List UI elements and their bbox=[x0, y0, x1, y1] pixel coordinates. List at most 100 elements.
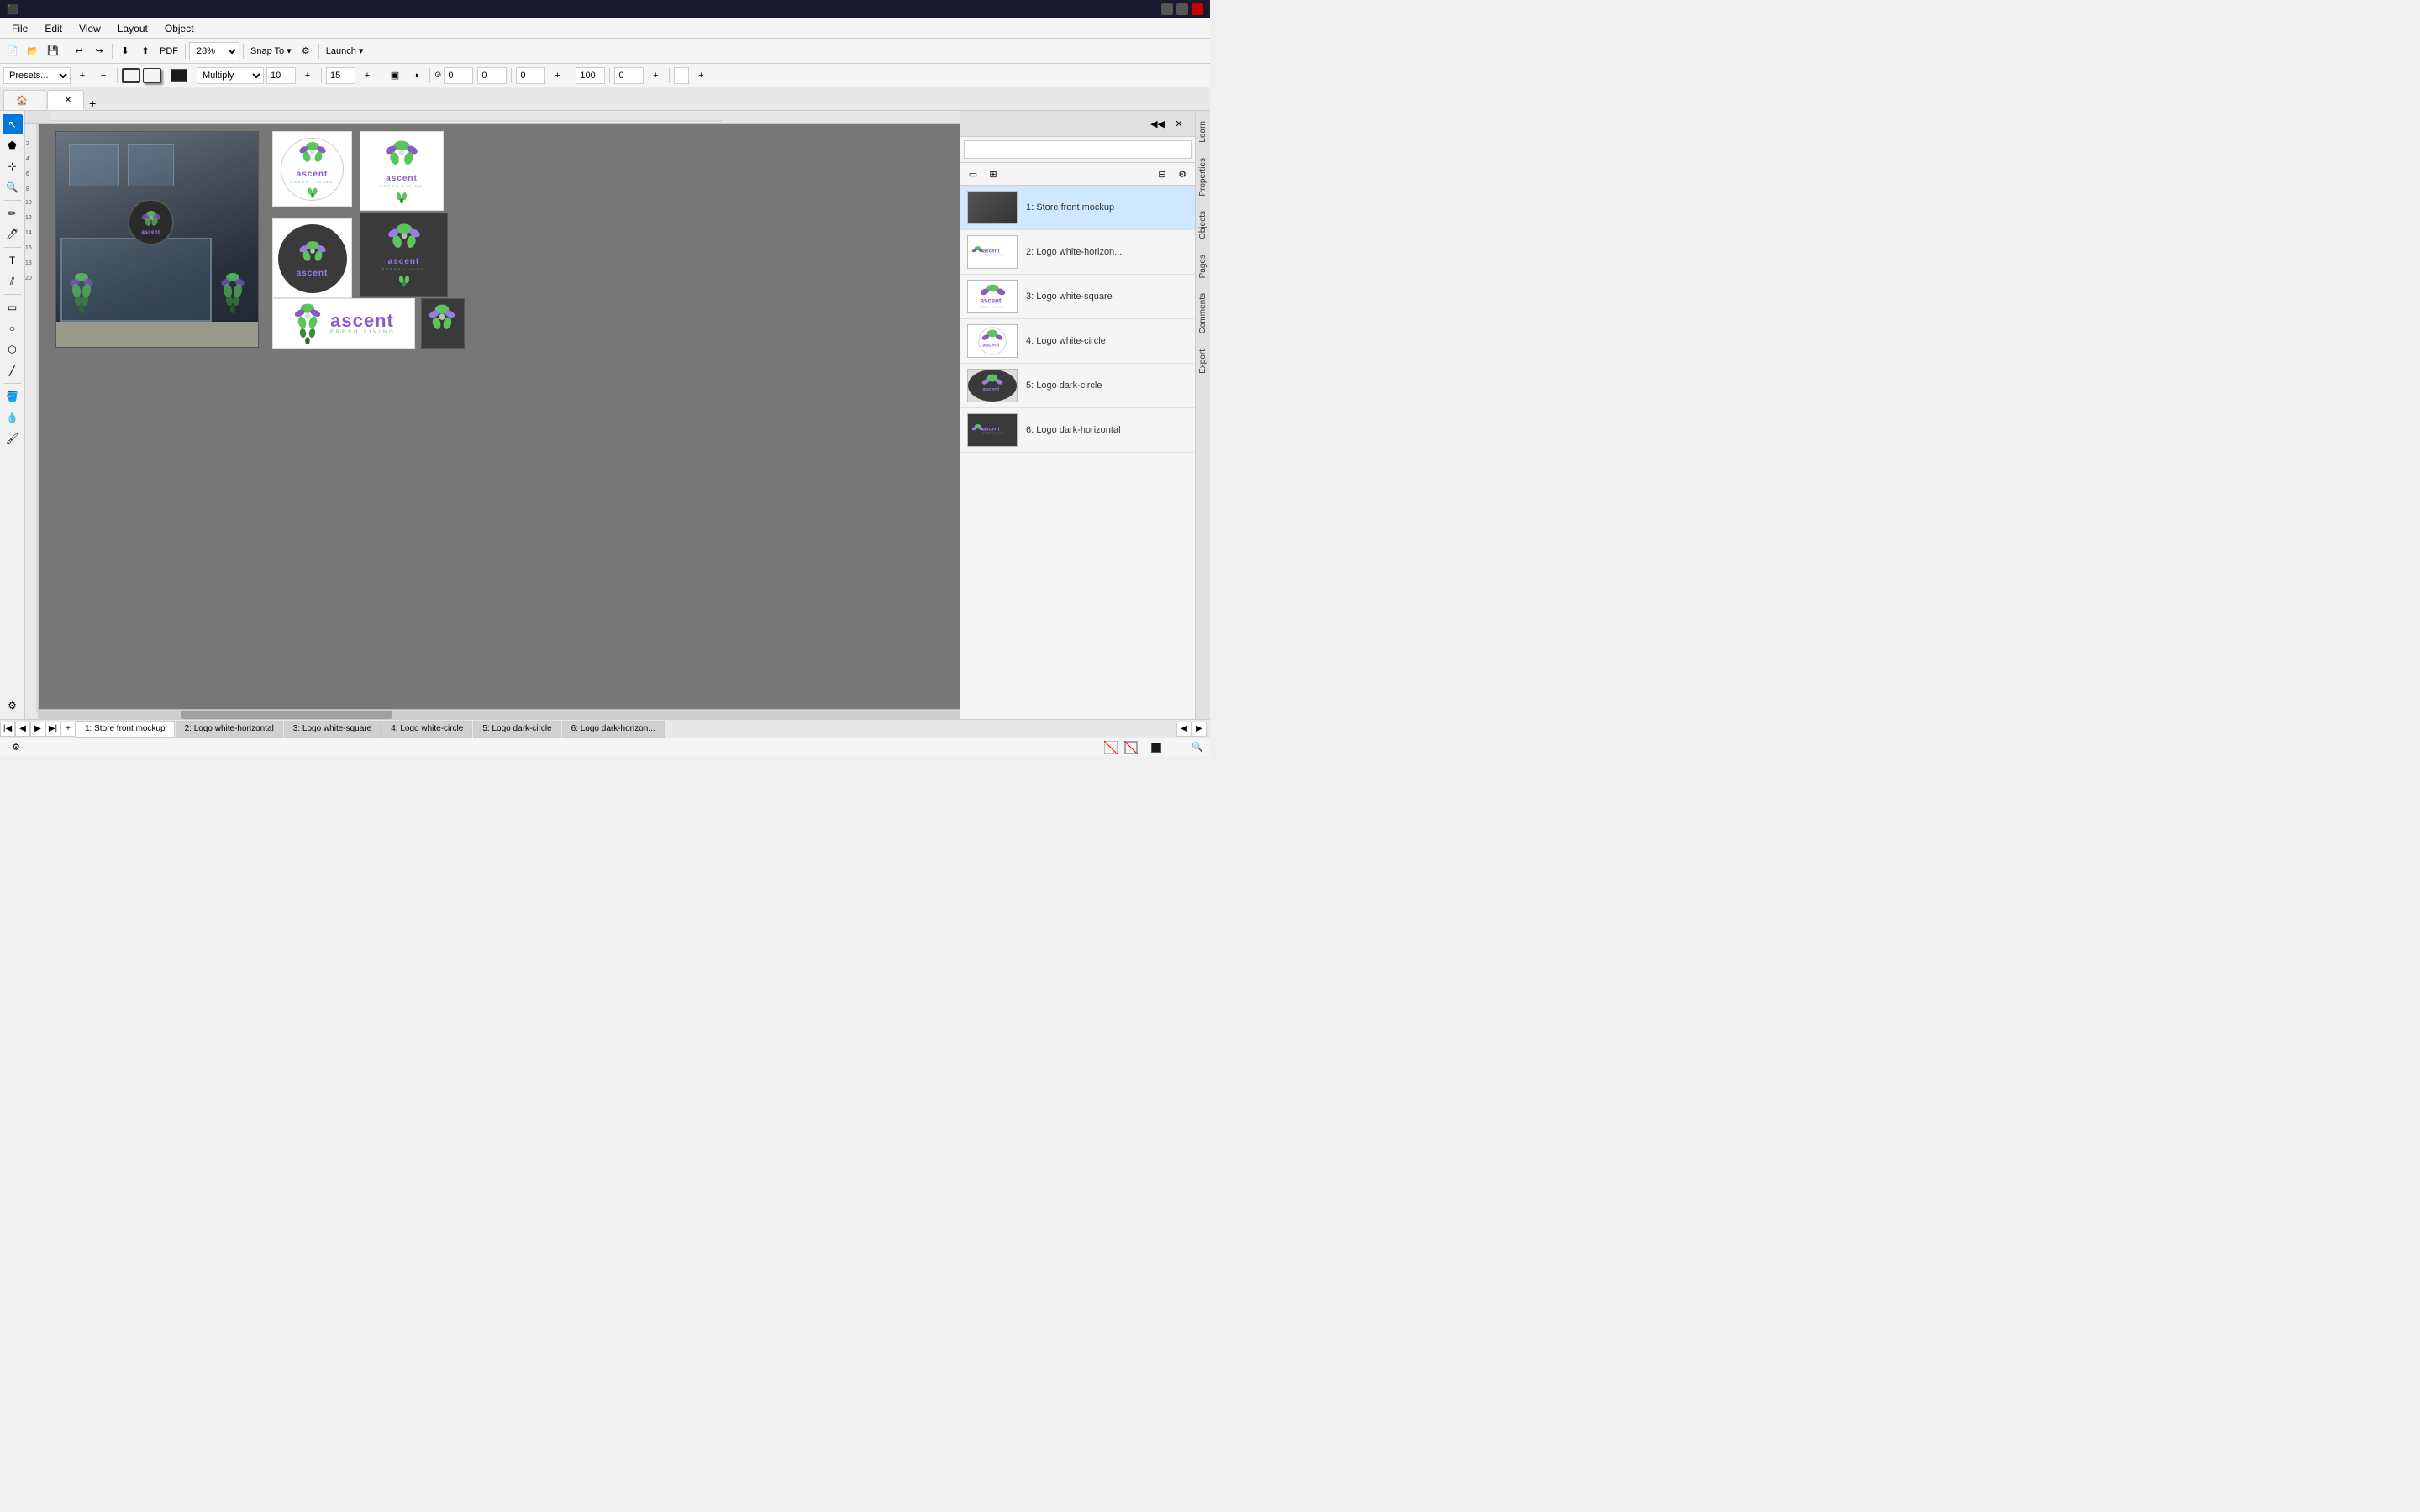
page-tab-1[interactable]: 1: Store front mockup bbox=[76, 721, 175, 738]
fill-tool-button[interactable]: 🪣 bbox=[3, 386, 23, 407]
parallel-tool-button[interactable]: ⫽ bbox=[3, 271, 23, 291]
canvas-with-ruler: 2 4 6 8 10 12 14 16 18 20 bbox=[25, 124, 960, 719]
feather-add-button[interactable]: + bbox=[358, 66, 376, 85]
page-item-1[interactable]: 1: Store front mockup bbox=[960, 186, 1195, 230]
properties-tab-button[interactable]: Properties bbox=[1196, 151, 1210, 203]
opacity-add-button[interactable]: + bbox=[298, 66, 317, 85]
select-tool-button[interactable]: ↖ bbox=[3, 114, 23, 134]
close-button[interactable] bbox=[1192, 3, 1203, 15]
zoom-tool-button[interactable]: 🔍 bbox=[3, 177, 23, 197]
settings-button[interactable]: ⚙ bbox=[297, 42, 315, 60]
pages-search-input[interactable] bbox=[964, 140, 1192, 159]
shadow-style2-button[interactable] bbox=[143, 68, 161, 83]
menu-file[interactable]: File bbox=[3, 21, 36, 36]
stretch-input[interactable] bbox=[614, 67, 644, 84]
add-tab-button[interactable]: + bbox=[89, 97, 96, 110]
clear-shadow-button[interactable] bbox=[674, 67, 689, 84]
blend-mode-select[interactable]: Multiply bbox=[197, 67, 264, 84]
menu-object[interactable]: Object bbox=[156, 21, 203, 36]
page-item-6[interactable]: ascent FRESH LIVING 6: Logo dark-horizon… bbox=[960, 408, 1195, 453]
remove-preset-button[interactable]: − bbox=[94, 66, 113, 85]
menu-view[interactable]: View bbox=[71, 21, 109, 36]
shadow-color-swatch[interactable] bbox=[171, 69, 187, 82]
pages-close[interactable]: ✕ bbox=[1170, 114, 1188, 133]
maximize-button[interactable] bbox=[1176, 3, 1188, 15]
redo-button[interactable]: ↪ bbox=[90, 42, 108, 60]
import-button[interactable]: ⬇ bbox=[116, 42, 134, 60]
pages-view-options[interactable]: ⊟ bbox=[1153, 165, 1171, 183]
hscroll-thumb[interactable] bbox=[182, 711, 392, 719]
undo-button[interactable]: ↩ bbox=[70, 42, 88, 60]
feather-dir-button[interactable]: ◑ bbox=[407, 66, 425, 85]
menu-layout[interactable]: Layout bbox=[109, 21, 156, 36]
page-tab-4[interactable]: 4: Logo white-circle bbox=[381, 721, 472, 738]
page-item-3[interactable]: ascent FRESH LIVING 3: Logo white-square bbox=[960, 275, 1195, 319]
canvas-hscrollbar[interactable] bbox=[39, 709, 960, 719]
page-scroll-right[interactable]: ▶ bbox=[1192, 722, 1207, 737]
dropper-tool-button[interactable]: 💧 bbox=[3, 407, 23, 428]
page-item-4[interactable]: ascent 4: Logo white-circle bbox=[960, 319, 1195, 364]
stretch-add-button[interactable]: + bbox=[646, 66, 665, 85]
angle-x-input[interactable] bbox=[444, 67, 473, 84]
statusbar-settings[interactable]: ⚙ bbox=[7, 738, 25, 757]
pages-tab-button[interactable]: Pages bbox=[1196, 248, 1210, 285]
pages-view-grid[interactable]: ⊞ bbox=[984, 165, 1002, 183]
feather-shape-button[interactable]: ▣ bbox=[386, 66, 404, 85]
pdf-button[interactable]: PDF bbox=[156, 42, 182, 60]
comments-tab-button[interactable]: Comments bbox=[1196, 286, 1210, 340]
menu-edit[interactable]: Edit bbox=[36, 21, 71, 36]
export-tab-button[interactable]: Export bbox=[1196, 343, 1210, 381]
distance-input[interactable] bbox=[516, 67, 545, 84]
save-button[interactable]: 💾 bbox=[44, 42, 62, 60]
settings-tool-button[interactable]: ⚙ bbox=[3, 696, 23, 716]
new-button[interactable]: 📄 bbox=[3, 42, 22, 60]
shadow-style1-button[interactable] bbox=[122, 68, 140, 83]
line-tool-button[interactable]: ╱ bbox=[3, 360, 23, 381]
add-preset-button[interactable]: + bbox=[73, 66, 92, 85]
zoom-select[interactable]: 28% 50% 100% bbox=[189, 42, 239, 60]
freehand-tool-button[interactable]: ✏ bbox=[3, 203, 23, 223]
minimize-button[interactable] bbox=[1161, 3, 1173, 15]
open-button[interactable]: 📂 bbox=[24, 42, 42, 60]
angle-y-input[interactable] bbox=[477, 67, 507, 84]
page-tab-5[interactable]: 5: Logo dark-circle bbox=[473, 721, 560, 738]
export-button[interactable]: ⬆ bbox=[136, 42, 155, 60]
page-item-5[interactable]: ascent 5: Logo dark-circle bbox=[960, 364, 1195, 408]
pen-tool-button[interactable]: 🖊 bbox=[3, 224, 23, 244]
pages-nav-prev[interactable]: ◀◀ bbox=[1147, 114, 1168, 133]
shape-tool-button[interactable]: ⬟ bbox=[3, 135, 23, 155]
fade-input[interactable] bbox=[576, 67, 605, 84]
presets-select[interactable]: Presets... bbox=[3, 67, 71, 84]
page-tab-6[interactable]: 6: Logo dark-horizon... bbox=[562, 721, 665, 738]
feather-input[interactable] bbox=[326, 67, 355, 84]
pages-settings[interactable]: ⚙ bbox=[1173, 165, 1192, 183]
tab-document[interactable]: ✕ bbox=[47, 90, 84, 110]
page-tab-3[interactable]: 3: Logo white-square bbox=[284, 721, 381, 738]
page-nav-prev[interactable]: ◀ bbox=[15, 722, 30, 737]
snap-to-button[interactable]: Snap To ▾ bbox=[247, 42, 295, 60]
page-tab-2[interactable]: 2: Logo white-horizontal bbox=[176, 721, 283, 738]
objects-tab-button[interactable]: Objects bbox=[1196, 204, 1210, 246]
distance-add-button[interactable]: + bbox=[548, 66, 566, 85]
add-effect-button[interactable]: + bbox=[692, 66, 710, 85]
polygon-tool-button[interactable]: ⬡ bbox=[3, 339, 23, 360]
crop-tool-button[interactable]: ⊹ bbox=[3, 156, 23, 176]
canvas-area[interactable]: ascent bbox=[39, 124, 960, 719]
page-nav-last[interactable]: ▶| bbox=[45, 722, 60, 737]
page-item-2[interactable]: ascent FRESH LIVING 2: Logo white-horizo… bbox=[960, 230, 1195, 275]
page-nav-next[interactable]: ▶ bbox=[30, 722, 45, 737]
paint-tool-button[interactable]: 🖌 bbox=[3, 428, 23, 449]
page-scroll-left[interactable]: ◀ bbox=[1176, 722, 1192, 737]
opacity-input[interactable] bbox=[266, 67, 296, 84]
page-add[interactable]: + bbox=[60, 722, 76, 737]
pages-view-single[interactable]: ▭ bbox=[964, 165, 982, 183]
tab-close-icon[interactable]: ✕ bbox=[65, 96, 71, 105]
learn-tab-button[interactable]: Learn bbox=[1196, 114, 1210, 150]
page-nav-first[interactable]: |◀ bbox=[0, 722, 15, 737]
tab-welcome[interactable]: 🏠 bbox=[3, 90, 45, 110]
launch-button[interactable]: Launch ▾ bbox=[323, 42, 367, 60]
text-tool-button[interactable]: T bbox=[3, 250, 23, 270]
rect-tool-button[interactable]: ▭ bbox=[3, 297, 23, 318]
ellipse-tool-button[interactable]: ○ bbox=[3, 318, 23, 339]
pages-list: 1: Store front mockup ascent FRESH LIVIN… bbox=[960, 186, 1195, 719]
